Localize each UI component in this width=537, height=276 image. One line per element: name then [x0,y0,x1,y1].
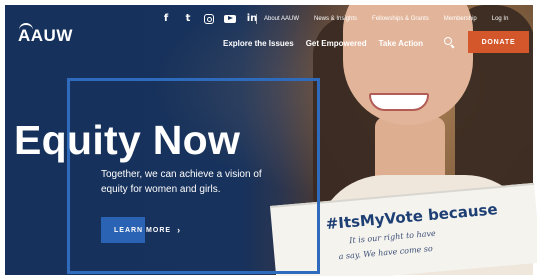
photo-smile [369,93,429,111]
util-nav-membership[interactable]: Membership [444,16,477,22]
social-links: f t in [160,13,258,24]
facebook-icon[interactable]: f [160,13,172,24]
sign-hashtag: #ItsMyVote because [325,200,499,234]
main-nav-explore[interactable]: Explore the Issues [223,39,294,48]
search-icon[interactable] [444,37,454,47]
twitter-icon[interactable]: t [182,13,194,24]
instagram-icon[interactable] [204,13,214,24]
util-nav-login[interactable]: Log In [492,16,509,22]
header-divider [256,14,257,24]
chevron-right-icon: › [177,225,181,235]
util-nav-news[interactable]: News & Insights [314,16,357,22]
sign-handwriting: a say. We have come so [338,243,434,262]
logo-text: AAUW [18,26,73,45]
sign-handwriting: It is our right to have [348,228,437,246]
main-nav: Explore the Issues Get Empowered Take Ac… [223,39,423,48]
main-nav-take-action[interactable]: Take Action [379,39,423,48]
learn-more-button[interactable]: LEARN MORE › [101,217,180,243]
util-nav-fellowships[interactable]: Fellowships & Grants [372,16,429,22]
util-nav-about[interactable]: About AAUW [264,16,299,22]
hero-headline: Equity Now [14,117,241,163]
main-nav-empowered[interactable]: Get Empowered [306,39,367,48]
utility-nav: About AAUW News & Insights Fellowships &… [264,16,508,22]
page: #ItsMyVote because It is our right to ha… [0,0,537,276]
learn-more-label: LEARN MORE [114,226,172,234]
aauw-logo[interactable]: AAUW [18,26,73,46]
youtube-icon[interactable] [224,14,236,23]
hero-subtext: Together, we can achieve a vision of equ… [101,169,262,195]
donate-button[interactable]: DONATE [468,31,529,53]
